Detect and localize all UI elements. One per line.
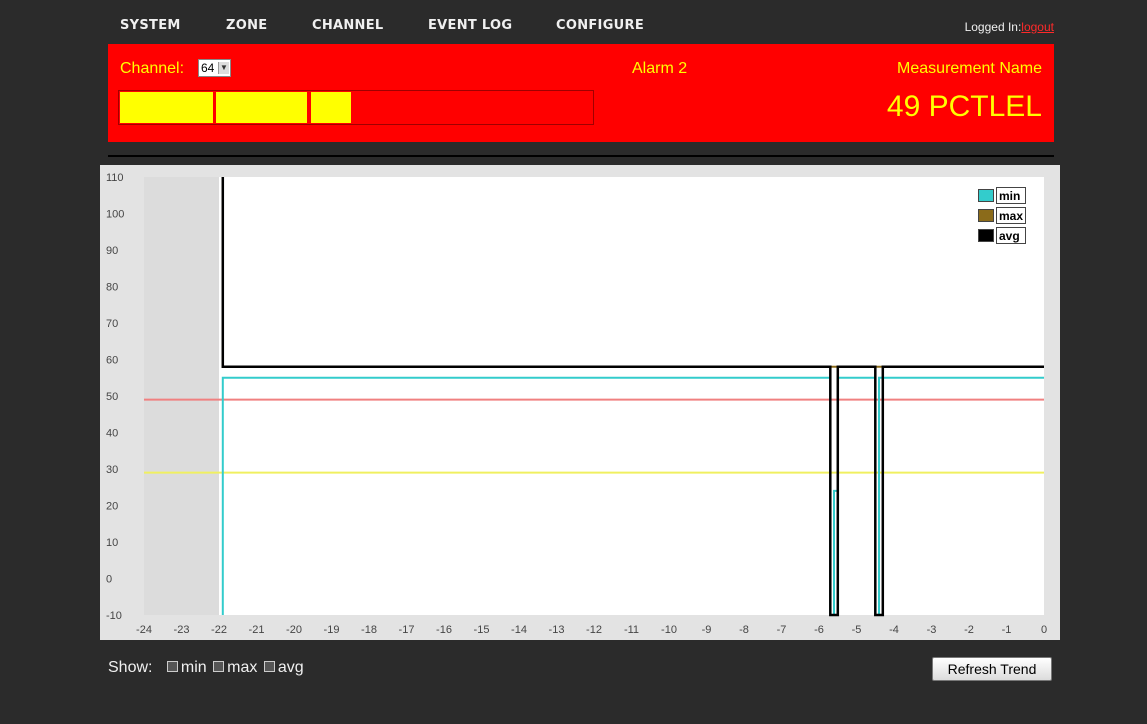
series-toggle-bar: Show: min max avg bbox=[108, 659, 306, 677]
x-tick-label: -9 bbox=[702, 624, 712, 636]
x-tick-label: -16 bbox=[436, 624, 452, 636]
x-tick-label: -24 bbox=[136, 624, 152, 636]
show-avg-label: avg bbox=[277, 659, 304, 676]
divider bbox=[108, 155, 1054, 157]
x-tick-label: -3 bbox=[927, 624, 937, 636]
x-tick-label: -15 bbox=[474, 624, 490, 636]
y-tick-label: 10 bbox=[106, 537, 118, 549]
x-tick-label: -1 bbox=[1002, 624, 1012, 636]
y-tick-label: 100 bbox=[106, 209, 124, 221]
y-tick-label: -10 bbox=[106, 610, 122, 622]
alarm-name: Alarm 2 bbox=[632, 60, 688, 77]
channel-select-value: 64 bbox=[201, 61, 215, 75]
y-tick-label: 30 bbox=[106, 464, 118, 476]
legend-item-avg: avg bbox=[978, 227, 1038, 245]
legend-label-min: min bbox=[996, 187, 1026, 204]
x-tick-label: -11 bbox=[624, 624, 639, 636]
legend-swatch-min bbox=[978, 189, 994, 202]
trend-chart-svg: -100102030405060708090100110-24 -23 -22 -21… bbox=[100, 165, 1060, 640]
y-tick-label: 40 bbox=[106, 428, 118, 440]
refresh-trend-button[interactable]: Refresh Trend bbox=[932, 657, 1052, 681]
x-tick-label: -23 bbox=[174, 624, 190, 636]
level-bar-fill-segment bbox=[311, 92, 352, 123]
y-tick-label: 60 bbox=[106, 355, 118, 367]
show-label: Show: bbox=[108, 659, 153, 676]
measurement-name-label: Measurement Name bbox=[897, 60, 1042, 77]
x-tick-label: -22 bbox=[211, 624, 227, 636]
x-tick-label: -21 bbox=[249, 624, 265, 636]
show-min-toggle[interactable]: min bbox=[166, 659, 207, 677]
checkbox-icon[interactable] bbox=[263, 661, 275, 673]
channel-select[interactable]: 64 ▼ bbox=[198, 59, 231, 77]
level-bar-fill-segment bbox=[120, 92, 213, 123]
y-tick-label: 70 bbox=[106, 318, 118, 330]
x-tick-label: -20 bbox=[286, 624, 302, 636]
y-tick-label: 0 bbox=[106, 574, 112, 586]
show-max-label: max bbox=[227, 659, 258, 676]
legend-label-max: max bbox=[996, 207, 1026, 224]
level-bar-fill-segment bbox=[216, 92, 307, 123]
show-min-label: min bbox=[180, 659, 207, 676]
legend-swatch-max bbox=[978, 209, 994, 222]
legend-item-min: min bbox=[978, 187, 1038, 205]
x-tick-label: -10 bbox=[661, 624, 677, 636]
chevron-down-icon: ▼ bbox=[218, 62, 229, 74]
nav-configure[interactable]: CONFIGURE bbox=[556, 18, 644, 33]
x-tick-label: -12 bbox=[586, 624, 602, 636]
chart-legend: min max avg bbox=[978, 187, 1038, 247]
plot-area bbox=[144, 177, 1044, 615]
logged-in-label: Logged In: bbox=[964, 20, 1022, 34]
nav-channel[interactable]: CHANNEL bbox=[312, 18, 384, 33]
y-tick-label: 20 bbox=[106, 501, 118, 513]
level-bar bbox=[118, 90, 594, 125]
x-tick-label: -8 bbox=[739, 624, 749, 636]
y-tick-label: 50 bbox=[106, 391, 118, 403]
legend-item-max: max bbox=[978, 207, 1038, 225]
x-tick-label: -13 bbox=[549, 624, 565, 636]
channel-label: Channel: bbox=[120, 60, 185, 77]
show-avg-toggle[interactable]: avg bbox=[263, 659, 304, 677]
measurement-value: 49 PCTLEL bbox=[886, 90, 1042, 123]
nav-event-log[interactable]: EVENT LOG bbox=[428, 18, 512, 33]
nav-system[interactable]: SYSTEM bbox=[120, 18, 181, 33]
y-tick-label: 80 bbox=[106, 282, 118, 294]
x-tick-label: -17 bbox=[399, 624, 415, 636]
x-tick-label: -19 bbox=[324, 624, 340, 636]
legend-swatch-avg bbox=[978, 229, 994, 242]
x-tick-label: 0 bbox=[1041, 624, 1047, 636]
trend-chart: -10 0 10 20 30 40 50 60 70 80 90 100 110 -24 -23 -22 -21… bbox=[100, 165, 1060, 640]
x-tick-label: -2 bbox=[964, 624, 974, 636]
show-max-toggle[interactable]: max bbox=[213, 659, 257, 677]
legend-label-avg: avg bbox=[996, 227, 1026, 244]
logged-in-status: Logged In:logout bbox=[965, 20, 1054, 34]
top-nav: SYSTEM ZONE CHANNEL EVENT LOG CONFIGURE … bbox=[108, 0, 1054, 44]
x-tick-label: -7 bbox=[777, 624, 787, 636]
x-tick-label: -4 bbox=[889, 624, 899, 636]
y-tick-label: 110 bbox=[106, 172, 124, 184]
checkbox-icon[interactable] bbox=[213, 661, 225, 673]
alarm-banner: Channel: 64 ▼ Alarm 2 Measurement Name 4… bbox=[108, 44, 1054, 142]
checkbox-icon[interactable] bbox=[166, 661, 178, 673]
x-tick-label: -6 bbox=[814, 624, 824, 636]
x-tick-label: -14 bbox=[511, 624, 527, 636]
logout-link[interactable]: logout bbox=[1021, 20, 1054, 34]
x-tick-label: -5 bbox=[852, 624, 862, 636]
nav-zone[interactable]: ZONE bbox=[226, 18, 267, 33]
x-tick-label: -18 bbox=[361, 624, 377, 636]
y-tick-label: 90 bbox=[106, 245, 118, 257]
no-data-region bbox=[144, 177, 219, 615]
